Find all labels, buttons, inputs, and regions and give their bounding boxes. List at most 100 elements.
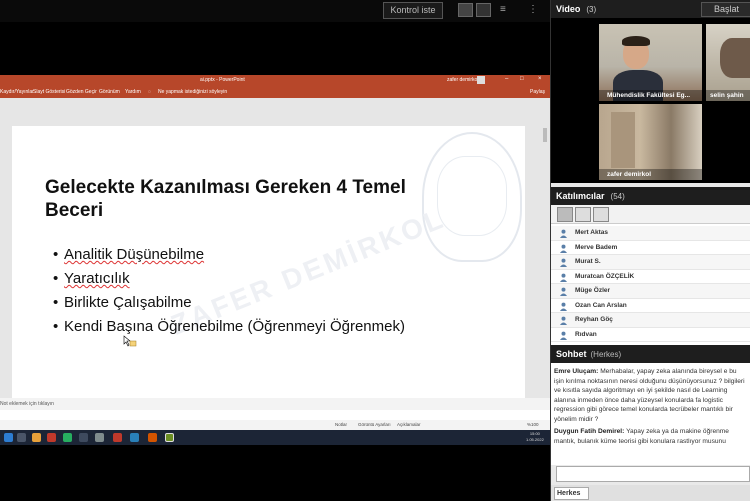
participants-panel: Mert Aktas Merve Badem Murat S. Muratcan… xyxy=(551,205,750,345)
participant-list: Mert Aktas Merve Badem Murat S. Muratcan… xyxy=(551,226,750,342)
maximize-icon[interactable]: □ xyxy=(520,76,524,82)
slide-scrollbar[interactable] xyxy=(543,128,547,142)
slide-canvas: ZAFER DEMİRKOL Gelecekte Kazanılması Ger… xyxy=(0,98,550,416)
list-item[interactable]: Mert Aktas xyxy=(551,226,750,241)
folder-icon[interactable] xyxy=(32,433,41,442)
chat-message: Duygun Fatih Demirel: Yapay zeka ya da m… xyxy=(554,427,748,446)
powerpoint-icon[interactable] xyxy=(148,433,157,442)
chat-message: Emre Uluçam: Merhabalar, yapay zeka alan… xyxy=(554,367,748,424)
video-caption: zafer demirkol xyxy=(599,169,702,180)
video-tile[interactable]: selin şahin xyxy=(706,24,750,101)
windows-taskbar: 15:00 1.05.2022 xyxy=(0,430,550,445)
comments-button[interactable]: Açıklamalar xyxy=(397,422,421,427)
browser-icon[interactable] xyxy=(47,433,56,442)
display-settings-button[interactable]: Görüntü Ayarları xyxy=(358,422,391,427)
chat-text: Merhabalar, yapay zeka alanında bireysel… xyxy=(554,368,745,423)
notes-button[interactable]: Notlar xyxy=(335,422,347,427)
video-caption: Mühendislik Fakültesi Eg... xyxy=(599,90,702,101)
pdf-icon[interactable] xyxy=(113,433,122,442)
video-caption: selin şahin xyxy=(706,90,750,101)
list-item[interactable]: Ozan Can Arslan xyxy=(551,299,750,313)
bullet-item: Birlikte Çalışabilme xyxy=(53,291,405,315)
bullet-item: Kendi Başına Öğrenebilme (Öğrenmeyi Öğre… xyxy=(53,315,405,339)
list-item[interactable]: Merve Badem xyxy=(551,241,750,255)
chrome-icon[interactable] xyxy=(63,433,72,442)
chat-header: Sohbet (Herkes) xyxy=(551,345,750,363)
brain-watermark-detail xyxy=(437,156,507,236)
app-icon[interactable] xyxy=(95,433,104,442)
request-control-button[interactable]: Kontrol iste xyxy=(383,2,443,19)
side-panel: Video (3) Başlat Mühendislik Fakültesi Eg… xyxy=(551,0,750,501)
start-icon[interactable] xyxy=(4,433,13,442)
lightbulb-icon: ◌ xyxy=(148,89,151,95)
list-view-icon[interactable] xyxy=(557,207,573,222)
layout-icon[interactable] xyxy=(458,3,473,17)
participants-header: Katılımcılar (54) xyxy=(551,187,750,205)
ppt-titlebar: ai.pptx - PowerPoint zafer demirkol – □ … xyxy=(0,75,550,85)
search-icon[interactable] xyxy=(17,433,26,442)
user-icon xyxy=(560,273,567,282)
tab-item[interactable]: Görünüm xyxy=(99,89,120,95)
meeting-window: Kontrol iste ≡ ⋮ ai.pptx - PowerPoint za… xyxy=(0,0,750,501)
ppt-user-name: zafer demirkol xyxy=(447,77,479,83)
participant-hair xyxy=(622,36,650,46)
list-item[interactable]: Murat S. xyxy=(551,255,750,270)
video-tile[interactable]: Mühendislik Fakültesi Eg... xyxy=(599,24,702,101)
participant-hair xyxy=(720,38,750,78)
start-video-button[interactable]: Başlat xyxy=(701,2,750,17)
avatar xyxy=(477,76,485,84)
app-icon[interactable] xyxy=(79,433,88,442)
video-tile[interactable]: zafer demirkol xyxy=(599,104,702,180)
chat-log: Emre Uluçam: Merhabalar, yapay zeka alan… xyxy=(551,363,750,465)
user-view-icon[interactable] xyxy=(593,207,609,222)
share-button[interactable]: Paylaş xyxy=(530,89,545,95)
chat-author: Duygun Fatih Demirel: xyxy=(554,428,625,435)
grid-view-icon[interactable] xyxy=(575,207,591,222)
minimize-icon[interactable]: – xyxy=(505,76,508,82)
video-header: Video (3) Başlat xyxy=(551,0,750,18)
user-icon xyxy=(560,244,567,253)
options-icon[interactable]: ⋮ xyxy=(528,4,538,16)
tell-me-search[interactable]: Ne yapmak istediğinizi söyleyin xyxy=(158,89,227,95)
ppt-status-bar: Notlar Görüntü Ayarları Açıklamalar %100 xyxy=(0,420,550,430)
fit-screen-icon[interactable] xyxy=(476,3,491,17)
document-title: ai.pptx - PowerPoint xyxy=(200,77,245,83)
slide-title: Gelecekte Kazanılması Gereken 4 Temel Be… xyxy=(45,177,406,221)
chat-author: Emre Uluçam: xyxy=(554,368,599,375)
list-item[interactable]: Reyhan Göç xyxy=(551,313,750,328)
user-icon xyxy=(560,258,567,267)
bullet-item: Yaratıcılık xyxy=(53,267,405,291)
ppt-ribbon-tabs: Kaydır/Yayınlar Slayt Gösterisi Gözden G… xyxy=(0,85,550,98)
chat-footer: Herkes xyxy=(551,485,750,501)
chat-input[interactable] xyxy=(556,466,750,482)
pointer-cursor-icon xyxy=(123,335,137,347)
user-icon xyxy=(560,316,567,325)
user-icon xyxy=(560,302,567,311)
participants-toolbar xyxy=(551,205,750,224)
notes-pane[interactable]: Not eklemek için tıklayın xyxy=(0,398,550,410)
share-toolbar: Kontrol iste ≡ ⋮ xyxy=(0,0,550,22)
zoom-level[interactable]: %100 xyxy=(527,422,539,427)
user-icon xyxy=(560,229,567,238)
system-clock: 15:00 1.05.2022 xyxy=(526,431,544,442)
app-icon[interactable] xyxy=(165,433,174,442)
tab-item[interactable]: Kaydır/Yayınlar xyxy=(0,89,34,95)
chat-target-select[interactable]: Herkes xyxy=(554,487,589,500)
user-icon xyxy=(560,287,567,296)
slide: ZAFER DEMİRKOL Gelecekte Kazanılması Ger… xyxy=(12,126,525,416)
video-area: Mühendislik Fakültesi Eg... selin şahin … xyxy=(551,18,750,183)
list-item[interactable]: Rıdvan xyxy=(551,328,750,342)
shared-screen: ai.pptx - PowerPoint zafer demirkol – □ … xyxy=(0,75,550,445)
room-door xyxy=(611,112,635,168)
tab-item[interactable]: Gözden Geçir xyxy=(66,89,97,95)
bullet-list: Analitik Düşünebilme Yaratıcılık Birlikt… xyxy=(53,243,405,339)
user-icon xyxy=(560,331,567,340)
menu-icon[interactable]: ≡ xyxy=(500,4,510,16)
app-icon[interactable] xyxy=(130,433,139,442)
list-item[interactable]: Muratcan ÖZÇELİK xyxy=(551,270,750,284)
tab-item[interactable]: Yardım xyxy=(125,89,141,95)
bullet-item: Analitik Düşünebilme xyxy=(53,243,405,267)
tab-item[interactable]: Slayt Gösterisi xyxy=(33,89,65,95)
close-icon[interactable]: × xyxy=(538,76,542,82)
list-item[interactable]: Müge Özler xyxy=(551,284,750,299)
